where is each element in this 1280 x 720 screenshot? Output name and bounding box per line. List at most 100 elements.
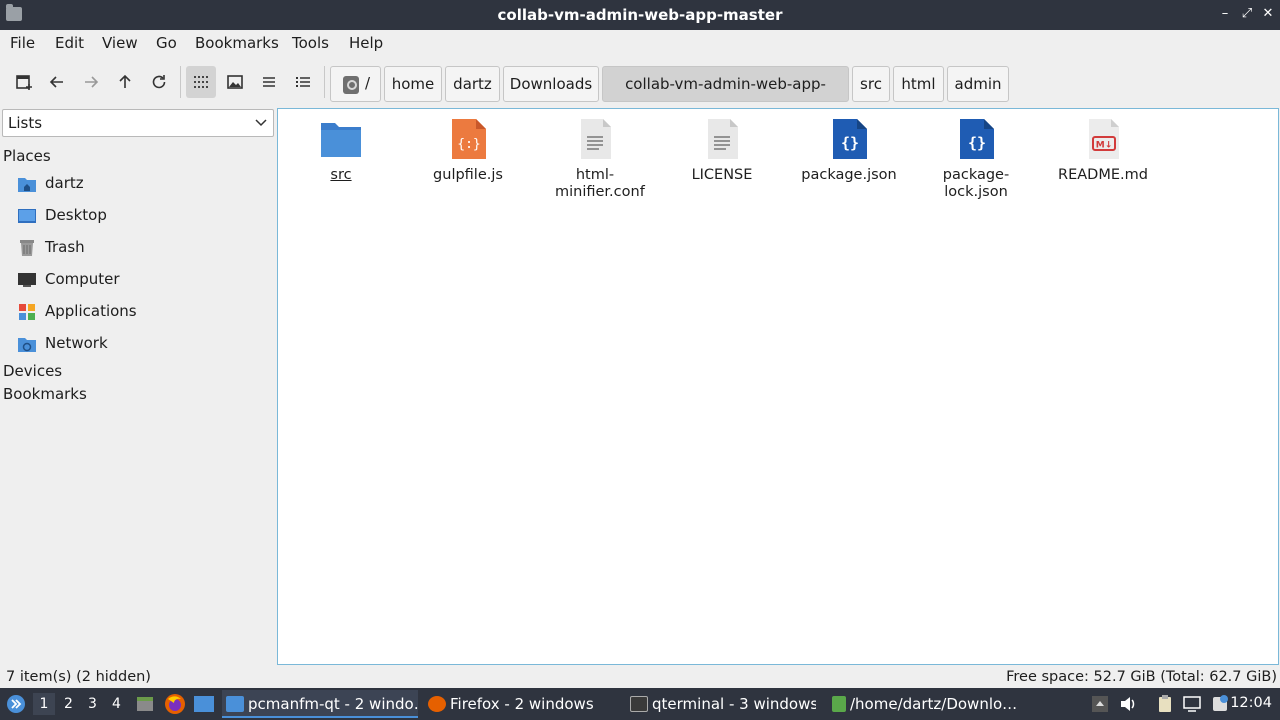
toolbar: / home dartz Downloads collab-vm-admin-w…: [0, 56, 1280, 127]
start-menu-icon[interactable]: [6, 694, 26, 714]
up-button[interactable]: [110, 66, 140, 98]
sidebar-item-label: Applications: [45, 302, 137, 320]
arrow-up-icon: [119, 74, 131, 88]
file-item-src[interactable]: src: [282, 115, 400, 184]
breadcrumb-html[interactable]: html: [893, 66, 944, 102]
workspace-3[interactable]: 3: [88, 696, 97, 712]
firefox-icon: [428, 696, 446, 712]
volume-icon[interactable]: [1118, 694, 1138, 714]
terminal-icon: [630, 696, 648, 712]
detailed-list-view-button[interactable]: [288, 66, 318, 98]
sidebar-item-desktop[interactable]: Desktop: [17, 203, 272, 229]
trash-icon: [20, 240, 34, 256]
workspace-1[interactable]: 1: [33, 693, 55, 715]
places-header[interactable]: Places: [3, 147, 51, 165]
breadcrumb-dartz[interactable]: dartz: [445, 66, 500, 102]
markdown-file-icon: M↓: [1089, 119, 1119, 159]
tray-arrow-icon[interactable]: [1090, 694, 1110, 714]
task-qterminal[interactable]: qterminal - 3 windows: [626, 690, 816, 718]
taskbar: 1 2 3 4 pcmanfm-qt - 2 windo… Firefox - …: [0, 688, 1280, 720]
sidebar-item-trash[interactable]: Trash: [17, 235, 272, 261]
close-button[interactable]: ✕: [1259, 5, 1277, 23]
menu-file[interactable]: File: [10, 34, 35, 52]
firefox-launcher-icon[interactable]: [164, 693, 186, 715]
menu-go[interactable]: Go: [156, 34, 177, 52]
sidebar-item-computer[interactable]: Computer: [17, 267, 272, 293]
breadcrumb-collab-vm-admin-web-app-master[interactable]: collab-vm-admin-web-app-master: [602, 66, 849, 127]
menu-tools[interactable]: Tools: [292, 34, 329, 52]
compact-view-button[interactable]: [254, 66, 284, 98]
json-file-icon: {}: [960, 119, 994, 159]
network-icon: [18, 338, 36, 352]
file-item-readme-md[interactable]: M↓ README.md: [1044, 115, 1162, 184]
file-view[interactable]: src {:} gulpfile.js html-minifier.conf L…: [277, 108, 1279, 665]
forward-button[interactable]: [76, 66, 106, 98]
task-label: pcmanfm-qt - 2 windo…: [248, 695, 418, 713]
detailed-list-icon: [296, 77, 310, 87]
file-name: gulpfile.js: [433, 167, 503, 183]
file-name: package-lock.json: [942, 167, 1010, 200]
computer-icon: [18, 273, 36, 287]
new-tab-button[interactable]: [9, 66, 39, 98]
workspace-2[interactable]: 2: [64, 696, 73, 712]
menu-help[interactable]: Help: [349, 34, 383, 52]
breadcrumb-root-button[interactable]: /: [330, 66, 381, 102]
file-item-html-minifier-conf[interactable]: html-minifier.conf: [536, 115, 654, 201]
sidebar-item-label: Computer: [45, 270, 120, 288]
status-item-count: 7 item(s) (2 hidden): [6, 669, 151, 685]
task-pcmanfm-qt[interactable]: pcmanfm-qt - 2 windo…: [222, 690, 418, 718]
task-text-editor[interactable]: /home/dartz/Downlo…: [828, 690, 1018, 718]
status-free-space: Free space: 52.7 GiB (Total: 62.7 GiB): [1006, 669, 1277, 685]
clock[interactable]: 12:04: [1230, 695, 1272, 711]
svg-text:M↓: M↓: [1096, 141, 1113, 151]
text-editor-icon: [832, 696, 846, 712]
file-item-package-lock-json[interactable]: {} package-lock.json: [917, 115, 1035, 201]
arrow-right-icon: [85, 76, 99, 88]
side-pane-mode-select[interactable]: Lists: [2, 109, 274, 137]
grid-icon: [194, 76, 208, 88]
file-item-gulpfile-js[interactable]: {:} gulpfile.js: [409, 115, 527, 184]
sidebar-item-applications[interactable]: Applications: [17, 299, 272, 325]
maximize-button[interactable]: ⤢: [1238, 5, 1256, 23]
sidebar-item-dartz[interactable]: dartz: [17, 171, 272, 197]
json-file-icon: {}: [833, 119, 867, 159]
file-item-package-json[interactable]: {} package.json: [790, 115, 908, 184]
task-label: qterminal - 3 windows: [652, 695, 816, 713]
sidebar-item-label: Network: [45, 334, 108, 352]
task-label: /home/dartz/Downlo…: [850, 695, 1018, 713]
title-bar: collab-vm-admin-web-app-master – ⤢ ✕: [0, 0, 1280, 30]
breadcrumb-home[interactable]: home: [384, 66, 442, 102]
clipboard-icon[interactable]: [1155, 694, 1175, 714]
reload-icon: [152, 75, 166, 89]
menu-bookmarks[interactable]: Bookmarks: [195, 34, 279, 52]
breadcrumb-src[interactable]: src: [852, 66, 890, 102]
show-desktop-icon[interactable]: [193, 694, 215, 714]
thumbnail-view-button[interactable]: [220, 66, 250, 98]
bookmarks-header[interactable]: Bookmarks: [3, 385, 87, 403]
menu-view[interactable]: View: [102, 34, 138, 52]
applications-icon: [19, 304, 35, 320]
text-file-icon: [708, 119, 738, 159]
file-manager-launcher-icon[interactable]: [135, 694, 155, 714]
screen-icon[interactable]: [1182, 694, 1202, 714]
sidebar-item-network[interactable]: Network: [17, 331, 272, 357]
notification-icon[interactable]: [1210, 694, 1230, 714]
back-button[interactable]: [42, 66, 72, 98]
sidebar-item-label: Trash: [45, 238, 85, 256]
workspace-4[interactable]: 4: [112, 696, 121, 712]
menu-edit[interactable]: Edit: [55, 34, 84, 52]
menu-bar: File Edit View Go Bookmarks Tools Help: [0, 30, 1280, 56]
devices-header[interactable]: Devices: [3, 362, 62, 380]
toolbar-separator: [324, 66, 325, 98]
minimize-button[interactable]: –: [1216, 5, 1234, 23]
breadcrumb-downloads[interactable]: Downloads: [503, 66, 599, 102]
breadcrumb-admin[interactable]: admin: [947, 66, 1009, 102]
task-firefox[interactable]: Firefox - 2 windows: [424, 690, 614, 718]
reload-button[interactable]: [144, 66, 174, 98]
file-item-license[interactable]: LICENSE: [663, 115, 781, 184]
breadcrumb-root-label: /: [365, 74, 371, 92]
file-name: package.json: [801, 167, 897, 183]
folder-icon: [226, 696, 244, 712]
svg-text:{:}: {:}: [457, 137, 480, 152]
icon-view-button[interactable]: [186, 66, 216, 98]
